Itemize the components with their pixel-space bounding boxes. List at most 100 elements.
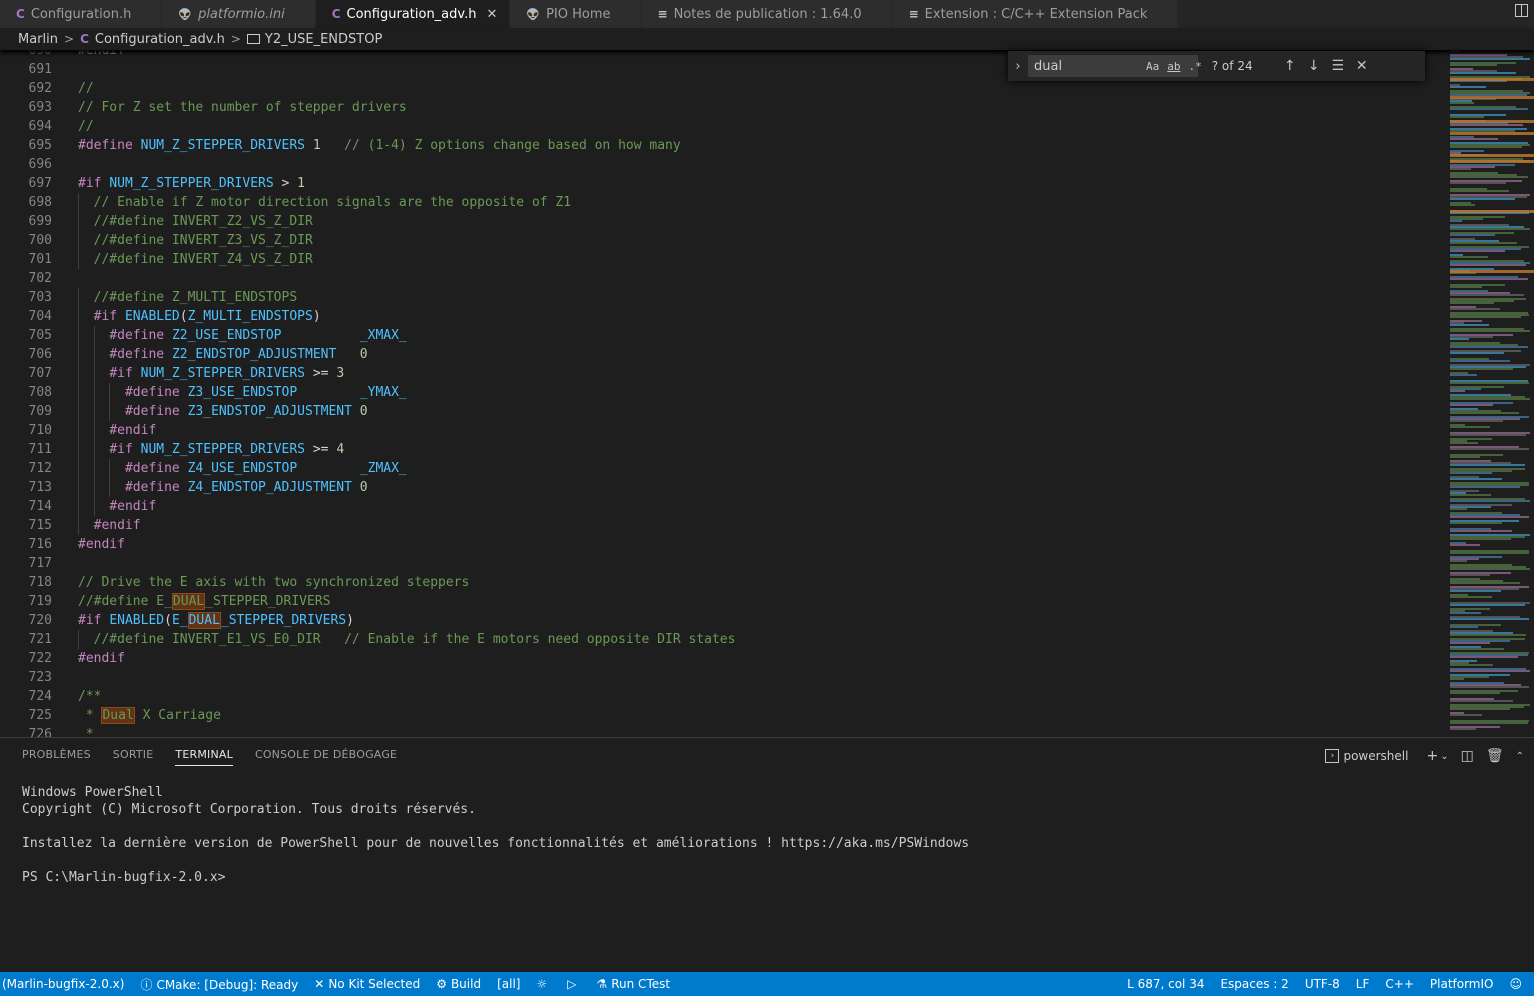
code-line[interactable]: 724 /**	[0, 687, 735, 706]
tab-notes-de-publication-1-64-0[interactable]: ≡ Notes de publication : 1.64.0	[641, 0, 893, 28]
code-line[interactable]: 714 #endif	[0, 497, 735, 516]
code-line[interactable]: 696	[0, 155, 735, 174]
code-line[interactable]: 708 #define Z3_USE_ENDSTOP _YMAX_	[0, 383, 735, 402]
next-match-arrow-down-icon[interactable]: ↓	[1302, 58, 1326, 74]
feedback-icon[interactable]: ☺	[1509, 977, 1522, 991]
terminal-output[interactable]: Windows PowerShell Copyright (C) Microsof…	[22, 784, 969, 886]
close-icon[interactable]: ✕	[486, 7, 497, 22]
code-line[interactable]: 716 #endif	[0, 535, 735, 554]
minimap-line	[1450, 618, 1530, 620]
code-line[interactable]: 701 //#define INVERT_Z4_VS_Z_DIR	[0, 250, 735, 269]
code-line[interactable]: 705 #define Z2_USE_ENDSTOP _XMAX_	[0, 326, 735, 345]
code-line[interactable]: 702	[0, 269, 735, 288]
code-line[interactable]: 698 // Enable if Z motor direction signa…	[0, 193, 735, 212]
code-line[interactable]: 722 #endif	[0, 649, 735, 668]
minimap-line	[1450, 338, 1469, 340]
status-item[interactable]: Espaces : 2	[1220, 977, 1288, 991]
previous-match-arrow-up-icon[interactable]: ↑	[1278, 58, 1302, 74]
code-line[interactable]: 693 // For Z set the number of stepper dr…	[0, 98, 735, 117]
status-item[interactable]: ✕ No Kit Selected	[314, 977, 420, 991]
status-item[interactable]: L 687, col 34	[1127, 977, 1204, 991]
code-line[interactable]: 720 #if ENABLED(E_DUAL_STEPPER_DRIVERS)	[0, 611, 735, 630]
document-icon: ≡	[908, 7, 919, 21]
code-line[interactable]: 709 #define Z3_ENDSTOP_ADJUSTMENT 0	[0, 402, 735, 421]
code-line[interactable]: 699 //#define INVERT_Z2_VS_Z_DIR	[0, 212, 735, 231]
code-line[interactable]: 710 #endif	[0, 421, 735, 440]
code-token: #endif	[78, 50, 125, 58]
tab-configuration-adv-h[interactable]: C Configuration_adv.h ✕	[315, 0, 511, 28]
code-line[interactable]: 707 #if NUM_Z_STEPPER_DRIVERS >= 3	[0, 364, 735, 383]
toggle-replace-chevron-icon[interactable]: ›	[1008, 59, 1028, 74]
terminal-shell-name[interactable]: powershell	[1343, 749, 1408, 763]
status-item[interactable]: C++	[1385, 977, 1414, 991]
panel-tab-console-de-d-bogage[interactable]: CONSOLE DE DÉBOGAGE	[255, 748, 397, 766]
status-item[interactable]: PlatformIO	[1430, 977, 1494, 991]
code-line[interactable]: 718 // Drive the E axis with two synchron…	[0, 573, 735, 592]
code-line[interactable]: 703 //#define Z_MULTI_ENDSTOPS	[0, 288, 735, 307]
close-find-icon[interactable]: ✕	[1350, 58, 1374, 74]
code-line[interactable]: 706 #define Z2_ENDSTOP_ADJUSTMENT 0	[0, 345, 735, 364]
breadcrumb-folder[interactable]: Marlin	[18, 32, 58, 47]
status-item[interactable]: [all]	[497, 977, 520, 991]
status-item[interactable]: (Marlin-bugfix-2.0.x)	[2, 977, 124, 991]
chevron-down-icon[interactable]: ⌄	[1440, 751, 1448, 762]
tab-pio-home[interactable]: 👽 PIO Home	[510, 0, 642, 28]
tab-configuration-h[interactable]: C Configuration.h	[0, 0, 163, 28]
code-line[interactable]: 697 #if NUM_Z_STEPPER_DRIVERS > 1	[0, 174, 735, 193]
indent-guide	[78, 478, 79, 497]
code-line[interactable]: 711 #if NUM_Z_STEPPER_DRIVERS >= 4	[0, 440, 735, 459]
status-item[interactable]: ☼	[536, 977, 551, 991]
code-line[interactable]: 725 * Dual X Carriage	[0, 706, 735, 725]
match-case-toggle[interactable]: Aa	[1146, 60, 1159, 73]
panel-tab-probl-mes[interactable]: PROBLÈMES	[22, 748, 91, 766]
code-line[interactable]: 717	[0, 554, 735, 573]
breadcrumb-file[interactable]: Configuration_adv.h	[95, 32, 225, 47]
split-editor-icon[interactable]	[1515, 4, 1528, 17]
code-line[interactable]: 723	[0, 668, 735, 687]
status-item[interactable]: ⚙ Build	[436, 977, 481, 991]
chevron-up-icon[interactable]: ⌃	[1516, 751, 1524, 762]
code-line[interactable]: 715 #endif	[0, 516, 735, 535]
minimap-match-marker	[1450, 160, 1534, 163]
code-line[interactable]: 712 #define Z4_USE_ENDSTOP _ZMAX_	[0, 459, 735, 478]
code-line[interactable]: 694 //	[0, 117, 735, 136]
minimap-line	[1450, 664, 1494, 666]
status-item[interactable]: LF	[1356, 977, 1370, 991]
code-line[interactable]: 695 #define NUM_Z_STEPPER_DRIVERS 1 // (1…	[0, 136, 735, 155]
code-lines: 690 #endif 691 692 // 693 // For Z set the num…	[0, 50, 736, 737]
code-editor[interactable]: 690 #endif 691 692 // 693 // For Z set the num…	[0, 50, 1440, 737]
match-whole-word-toggle[interactable]: ab	[1167, 60, 1180, 73]
indent-guide	[78, 307, 79, 326]
code-line[interactable]: 691	[0, 60, 735, 79]
tab-extension-c-c-extension-pack[interactable]: ≡ Extension : C/C++ Extension Pack	[892, 0, 1179, 28]
code-line[interactable]: 700 //#define INVERT_Z3_VS_Z_DIR	[0, 231, 735, 250]
code-token: _YMAX_	[359, 385, 407, 400]
trash-icon[interactable]: 🗑	[1486, 748, 1504, 764]
line-number: 700	[28, 233, 52, 248]
status-bar: (Marlin-bugfix-2.0.x) ⓘ CMake: [Debug]: Re…	[0, 972, 1534, 996]
find-in-selection-icon[interactable]: ☰	[1326, 58, 1350, 74]
status-item[interactable]: ⚗ Run CTest	[596, 977, 670, 991]
code-line[interactable]: 721 //#define INVERT_E1_VS_E0_DIR // Ena…	[0, 630, 735, 649]
breadcrumb-symbol[interactable]: Y2_USE_ENDSTOP	[265, 32, 382, 47]
code-line[interactable]: 719 //#define E_DUAL_STEPPER_DRIVERS	[0, 592, 735, 611]
editor-tab-bar: C Configuration.h 👽 platformio.ini C Configur…	[0, 0, 1534, 28]
minimap-line	[1450, 642, 1490, 644]
status-item[interactable]: ⓘ CMake: [Debug]: Ready	[140, 976, 298, 993]
code-line[interactable]: 713 #define Z4_ENDSTOP_ADJUSTMENT 0	[0, 478, 735, 497]
use-regex-toggle[interactable]: .*	[1189, 60, 1202, 73]
minimap-line	[1450, 448, 1529, 450]
minimap[interactable]	[1446, 50, 1534, 737]
code-line[interactable]: 704 #if ENABLED(Z_MULTI_ENDSTOPS)	[0, 307, 735, 326]
status-item[interactable]: ▷	[567, 977, 580, 991]
status-item[interactable]: UTF-8	[1305, 977, 1340, 991]
split-terminal-icon[interactable]: ◫	[1461, 748, 1474, 764]
code-line[interactable]: 692 //	[0, 79, 735, 98]
code-line[interactable]: 690 #endif	[0, 50, 735, 60]
code-line[interactable]: 726 *	[0, 725, 735, 737]
panel-tab-terminal[interactable]: TERMINAL	[175, 748, 233, 766]
new-terminal-plus-icon[interactable]: +	[1426, 748, 1438, 764]
tab-platformio-ini[interactable]: 👽 platformio.ini	[162, 0, 316, 28]
panel-tab-sortie[interactable]: SORTIE	[113, 748, 154, 766]
